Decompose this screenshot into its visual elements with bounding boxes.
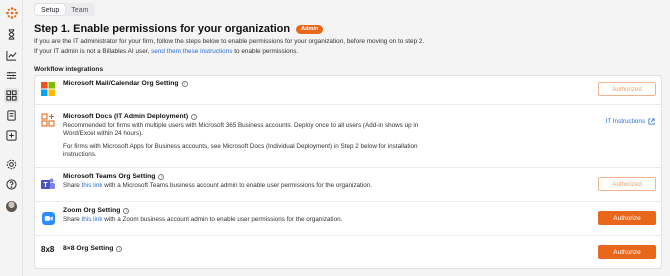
chart-icon[interactable] — [4, 48, 19, 63]
intro-line-2-prefix: If your IT admin is not a Billables AI u… — [34, 48, 152, 55]
integration-name: Zoom Org Setting i — [63, 207, 130, 214]
info-icon[interactable]: i — [116, 245, 123, 252]
tab-team[interactable]: Team — [65, 4, 94, 15]
ms-docs-desc-2: Word/Excel within 24 hours). — [63, 130, 144, 137]
info-icon[interactable]: i — [158, 173, 165, 180]
send-instructions-link[interactable]: send them these instructions — [151, 48, 232, 55]
ms-teams-name: Microsoft Teams Org Setting — [63, 173, 156, 180]
admin-badge: Admin — [296, 24, 324, 34]
avatar[interactable] — [6, 201, 17, 212]
zoom-share-link[interactable]: this link — [82, 216, 103, 223]
sliders-icon[interactable] — [4, 68, 19, 83]
help-icon[interactable] — [4, 177, 19, 192]
page-title: Step 1. Enable permissions for your orga… — [34, 23, 291, 35]
ms-teams-desc: Share this link with a Microsoft Teams b… — [63, 182, 372, 190]
integrations-card: Microsoft Mail/Calendar Org Setting i Aut… — [34, 75, 662, 269]
left-nav-rail — [0, 0, 23, 276]
zoom-name: Zoom Org Setting — [63, 207, 121, 214]
tab-bar: Setup Team — [34, 3, 96, 16]
integration-row-ms-docs: Microsoft Docs (IT Admin Deployment) i Re… — [35, 104, 661, 167]
notes-icon[interactable] — [4, 108, 19, 123]
eight-name: 8×8 Org Setting — [63, 245, 114, 252]
section-title: Workflow integrations — [34, 66, 104, 73]
hourglass-icon[interactable] — [4, 27, 19, 42]
it-instructions-label: IT Instructions — [605, 118, 645, 125]
logo-icon[interactable] — [4, 5, 19, 20]
integration-name: Microsoft Docs (IT Admin Deployment) i — [63, 113, 198, 120]
ms-teams-desc-prefix: Share — [63, 182, 82, 189]
info-icon[interactable]: i — [191, 113, 198, 120]
integration-name: 8×8 Org Setting i — [63, 245, 123, 252]
integration-row-zoom: Zoom Org Setting i Share this link with a… — [35, 201, 661, 235]
ms-mail-name: Microsoft Mail/Calendar Org Setting — [63, 80, 179, 87]
it-instructions-link[interactable]: IT Instructions — [606, 118, 655, 125]
external-link-icon — [648, 118, 655, 125]
info-icon[interactable]: i — [123, 207, 130, 214]
zoom-authorize-button[interactable]: Authorize — [598, 211, 656, 225]
integration-row-8x8: 8x8 8×8 Org Setting i Authorize — [35, 235, 661, 269]
ms-docs-desc-3: For firms with Microsoft Apps for Busine… — [63, 143, 418, 150]
ms-teams-share-link[interactable]: this link — [82, 182, 103, 189]
settings-icon[interactable] — [4, 157, 19, 172]
intro-line-2: If your IT admin is not a Billables AI u… — [34, 48, 298, 55]
teams-icon — [41, 177, 55, 191]
info-icon[interactable]: i — [181, 80, 188, 87]
page-header: Step 1. Enable permissions for your orga… — [34, 23, 324, 35]
ms-teams-authorized-button[interactable]: Authorized — [598, 177, 656, 191]
microsoft-logo-icon — [41, 82, 55, 96]
ms-docs-desc-4: instructions. — [63, 151, 97, 158]
zoom-icon — [41, 211, 55, 225]
integrations-icon[interactable] — [4, 88, 19, 103]
integration-name: Microsoft Mail/Calendar Org Setting i — [63, 80, 188, 87]
apps-grid-icon — [41, 113, 55, 127]
zoom-desc-prefix: Share — [63, 216, 82, 223]
zoom-desc: Share this link with a Zoom business acc… — [63, 216, 342, 224]
ms-teams-desc-suffix: with a Microsoft Teams business account … — [102, 182, 372, 189]
tab-setup[interactable]: Setup — [35, 4, 66, 15]
zoom-desc-suffix: with a Zoom business account admin to en… — [102, 216, 343, 223]
integration-name: Microsoft Teams Org Setting i — [63, 173, 165, 180]
intro-line-2-suffix: to enable permissions. — [232, 48, 299, 55]
add-icon[interactable] — [4, 128, 19, 143]
eight-by-eight-logo: 8x8 — [41, 244, 55, 254]
intro-line-1: If you are the IT administrator for your… — [34, 38, 425, 45]
ms-docs-desc-1: Recommended for firms with multiple user… — [63, 122, 419, 129]
ms-docs-name: Microsoft Docs (IT Admin Deployment) — [63, 113, 189, 120]
integration-row-ms-teams: Microsoft Teams Org Setting i Share this … — [35, 167, 661, 201]
ms-mail-authorized-button[interactable]: Authorized — [598, 82, 656, 96]
integration-row-ms-mail: Microsoft Mail/Calendar Org Setting i Aut… — [35, 76, 661, 104]
eight-authorize-button[interactable]: Authorize — [598, 245, 656, 259]
